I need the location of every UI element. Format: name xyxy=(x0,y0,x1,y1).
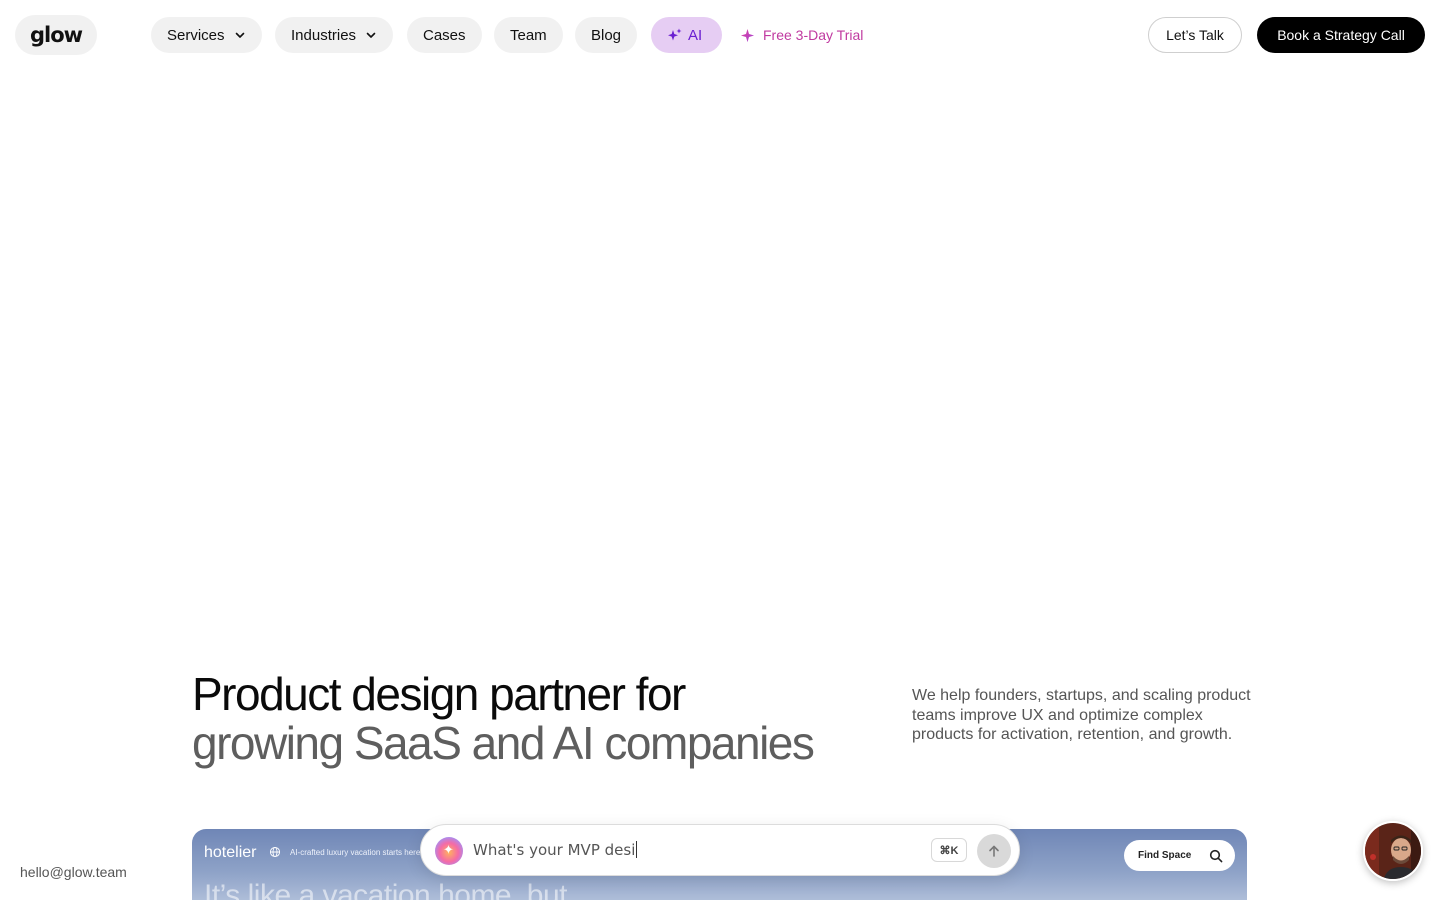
nav-ai-label: AI xyxy=(688,26,703,44)
book-strategy-call-button[interactable]: Book a Strategy Call xyxy=(1257,17,1425,53)
ai-orb-icon xyxy=(435,837,463,865)
hero-title: Product design partner for growing SaaS … xyxy=(192,670,892,768)
sparkle-icon xyxy=(740,28,755,43)
free-trial-link[interactable]: Free 3-Day Trial xyxy=(740,17,863,53)
send-button[interactable] xyxy=(977,834,1011,868)
contact-email[interactable]: hello@glow.team xyxy=(20,864,127,880)
lets-talk-label: Let’s Talk xyxy=(1166,27,1224,43)
logo-text: glow xyxy=(29,23,83,47)
hero-description: We help founders, startups, and scaling … xyxy=(912,687,1251,743)
find-space-label: Find Space xyxy=(1138,850,1192,861)
search-icon xyxy=(1209,849,1223,863)
free-trial-label: Free 3-Day Trial xyxy=(763,27,864,43)
hero-title-line2: growing SaaS and AI companies xyxy=(192,717,815,769)
nav-cases-label: Cases xyxy=(423,26,466,44)
arrow-up-icon xyxy=(987,844,1001,858)
logo[interactable]: glow xyxy=(15,15,97,55)
hero-title-line1: Product design partner for xyxy=(192,668,686,720)
avatar[interactable] xyxy=(1363,821,1423,881)
sparkles-icon xyxy=(667,27,683,43)
chevron-down-icon xyxy=(365,29,377,41)
nav-ai[interactable]: AI xyxy=(651,17,722,53)
preview-tagline: AI-crafted luxury vacation starts here xyxy=(290,848,421,857)
text-caret xyxy=(636,841,638,858)
find-space-button[interactable]: Find Space xyxy=(1124,840,1235,871)
nav-blog-label: Blog xyxy=(591,26,622,44)
preview-headline: It’s like a vacation home, but xyxy=(204,879,568,900)
chevron-down-icon xyxy=(234,29,246,41)
mvp-chat-input[interactable]: What's your MVP desi xyxy=(473,841,893,859)
book-strategy-call-label: Book a Strategy Call xyxy=(1277,27,1405,43)
globe-icon xyxy=(269,846,281,858)
nav-cases[interactable]: Cases xyxy=(407,17,482,53)
nav-team-label: Team xyxy=(510,26,547,44)
nav-blog[interactable]: Blog xyxy=(575,17,638,53)
mvp-chat-box[interactable]: What's your MVP desi ⌘K xyxy=(420,824,1020,876)
nav-industries[interactable]: Industries xyxy=(275,17,394,53)
nav-services-label: Services xyxy=(167,26,225,44)
preview-brand: hotelier xyxy=(204,844,257,861)
nav-industries-label: Industries xyxy=(291,26,357,44)
lets-talk-button[interactable]: Let’s Talk xyxy=(1148,17,1242,53)
nav-team[interactable]: Team xyxy=(494,17,563,53)
shortcut-badge: ⌘K xyxy=(931,838,967,862)
nav-services[interactable]: Services xyxy=(151,17,262,53)
mvp-chat-input-value: What's your MVP desi xyxy=(473,841,636,859)
